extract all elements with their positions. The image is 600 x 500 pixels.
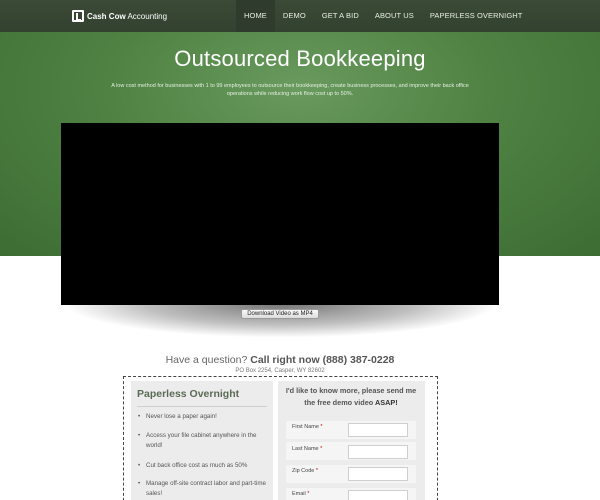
email-field[interactable] (348, 490, 408, 500)
first-name-label: First Name * (292, 424, 323, 430)
contact-question: Have a question? Call right now (888) 38… (165, 354, 395, 366)
logo[interactable]: Cash Cow Accounting (72, 9, 167, 23)
download-video-button[interactable]: Download Video as MP4 (241, 309, 319, 319)
call-number[interactable]: Call right now (888) 387-0228 (250, 354, 394, 366)
last-name-field[interactable] (348, 445, 408, 459)
benefits-divider (137, 406, 267, 407)
benefits-title: Paperless Overnight (137, 388, 240, 400)
first-name-field[interactable] (348, 423, 408, 437)
last-name-label: Last Name * (292, 446, 323, 452)
logo-icon (72, 10, 84, 22)
hero-subtitle: A low cost method for businesses with 1 … (111, 83, 469, 97)
nav-item-paperless-overnight[interactable]: PAPERLESS OVERNIGHT (422, 0, 531, 32)
zip-code-field[interactable] (348, 467, 408, 481)
benefit-item: Manage off-site contract labor and part-… (137, 479, 269, 499)
top-navigation-bar: Cash Cow Accounting HOME DEMO GET A BID … (0, 0, 600, 32)
nav-item-about-us[interactable]: ABOUT US (367, 0, 422, 32)
hero-title: Outsourced Bookkeeping (174, 46, 426, 71)
mailing-address: PO Box 2254, Casper, WY 82602 (235, 368, 325, 374)
nav-item-get-a-bid[interactable]: GET A BID (314, 0, 367, 32)
demo-form-heading: I'd like to know more, please send me th… (285, 386, 417, 407)
email-label: Email * (292, 491, 310, 497)
nav-item-home[interactable]: HOME (236, 0, 275, 32)
benefit-item: Cut back office cost as much as 50% (137, 461, 269, 471)
benefit-item: Never lose a paper again! (137, 412, 269, 422)
nav-item-demo[interactable]: DEMO (275, 0, 314, 32)
zip-code-label: Zip Code * (292, 468, 318, 474)
video-player[interactable] (61, 123, 499, 305)
logo-text: Cash Cow Accounting (87, 11, 168, 21)
benefit-item: Access your file cabinet anywhere in the… (137, 431, 269, 451)
main-nav: HOME DEMO GET A BID ABOUT US PAPERLESS O… (236, 0, 530, 32)
